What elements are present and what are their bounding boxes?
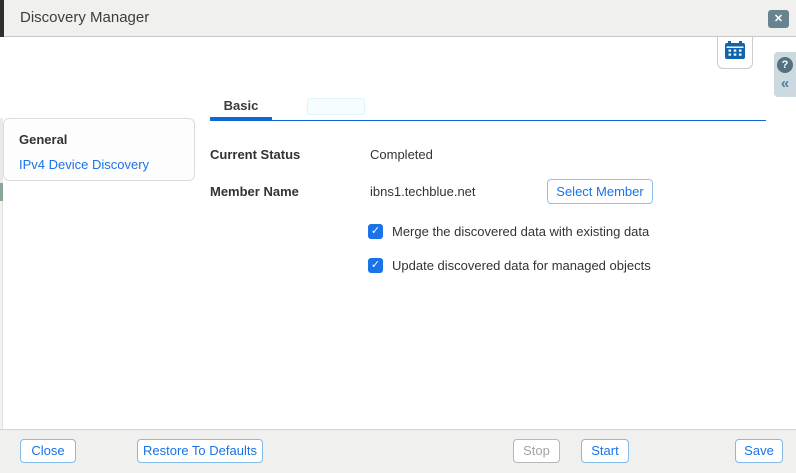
sidebar: General IPv4 Device Discovery (3, 118, 195, 181)
merge-data-label: Merge the discovered data with existing … (392, 224, 649, 239)
member-name-value: ibns1.techblue.net (370, 184, 476, 199)
help-icon[interactable]: ? (777, 57, 793, 73)
background-page-sliver-top (0, 0, 4, 37)
background-page-sliver-green (0, 183, 3, 201)
save-button[interactable]: Save (735, 439, 783, 463)
current-status-label: Current Status (210, 147, 300, 162)
dialog-titlebar: Discovery Manager ✕ (0, 0, 796, 37)
restore-to-defaults-button[interactable]: Restore To Defaults (137, 439, 263, 463)
sidebar-group-general: General (19, 132, 179, 147)
update-data-row: ✓ Update discovered data for managed obj… (368, 258, 651, 273)
sidebar-item-ipv4-device-discovery[interactable]: IPv4 Device Discovery (19, 157, 179, 172)
tab-placeholder (307, 98, 365, 115)
current-status-value: Completed (370, 147, 433, 162)
member-name-label: Member Name (210, 184, 299, 199)
merge-data-row: ✓ Merge the discovered data with existin… (368, 224, 649, 239)
update-data-label: Update discovered data for managed objec… (392, 258, 651, 273)
stop-button: Stop (513, 439, 560, 463)
update-data-checkbox[interactable]: ✓ (368, 258, 383, 273)
close-button[interactable]: Close (20, 439, 76, 463)
collapse-panel-icon[interactable]: « (781, 76, 789, 92)
tab-divider-line (210, 120, 766, 121)
select-member-button[interactable]: Select Member (547, 179, 653, 204)
background-page-sliver-bottom (0, 201, 3, 429)
calendar-icon (725, 41, 745, 65)
schedule-button[interactable] (717, 37, 753, 69)
side-help-panel: ? « (774, 52, 796, 97)
close-icon[interactable]: ✕ (768, 10, 789, 28)
dialog-title: Discovery Manager (20, 0, 149, 36)
tab-basic[interactable]: Basic (210, 98, 272, 113)
merge-data-checkbox[interactable]: ✓ (368, 224, 383, 239)
dialog-footer: Close Restore To Defaults Stop Start Sav… (0, 429, 796, 473)
start-button[interactable]: Start (581, 439, 629, 463)
